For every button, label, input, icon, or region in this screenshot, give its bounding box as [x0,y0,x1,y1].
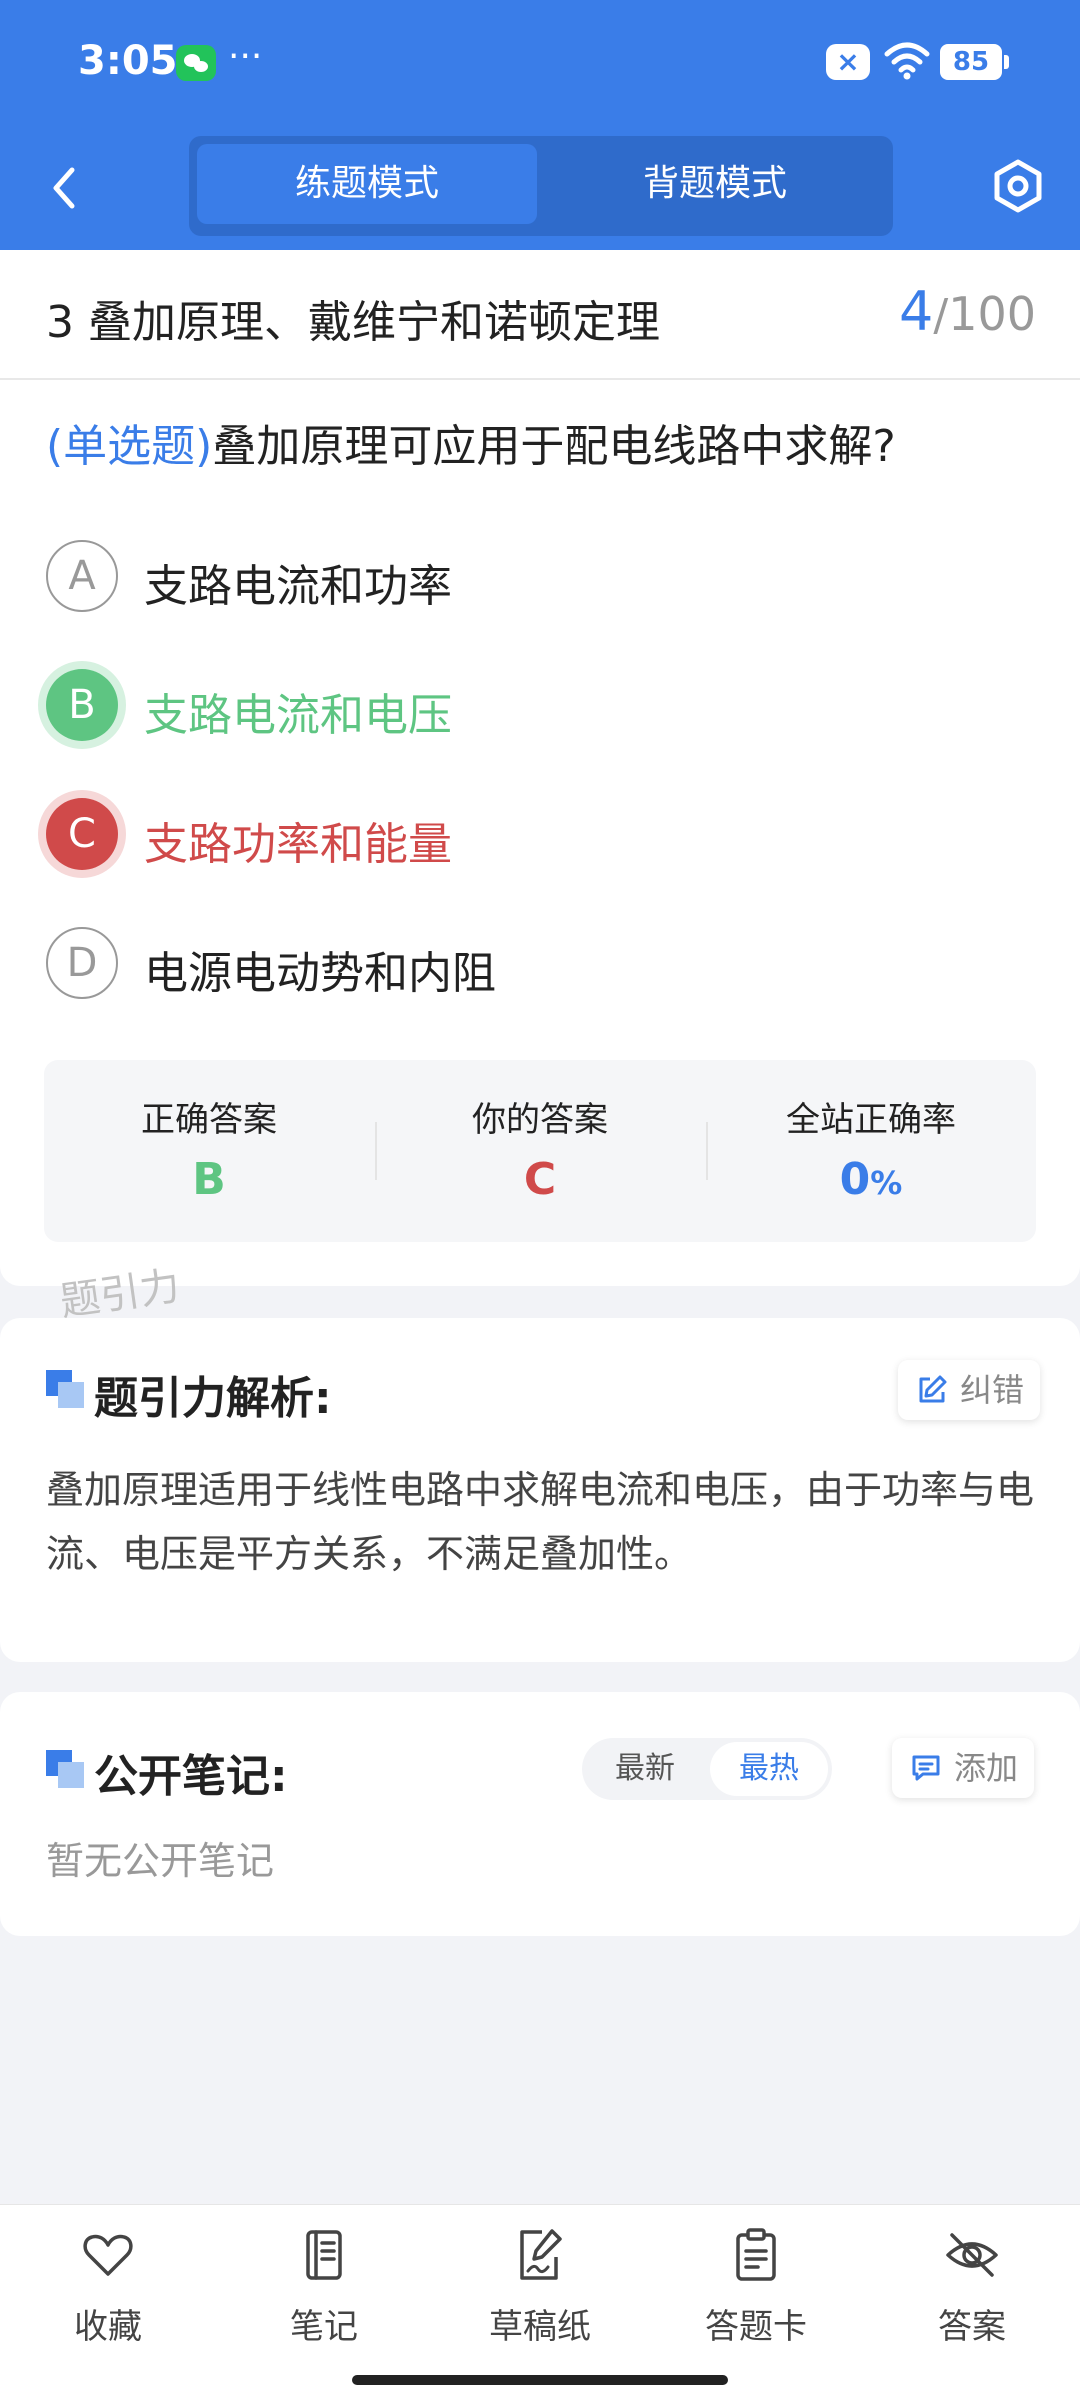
eye-off-icon [946,2233,998,2277]
analysis-card: 题引力解析: 纠错 叠加原理适用于线性电路中求解电流和电压，由于功率与电流、电压… [0,1318,1080,1662]
settings-icon[interactable] [990,158,1046,214]
tab-favorite[interactable]: 收藏 [18,2227,198,2357]
tab-draft[interactable]: 草稿纸 [450,2227,630,2357]
accuracy-col: 全站正确率 0% [706,1060,1036,1242]
option-text: 支路功率和能量 [144,819,452,870]
accuracy-value: 0% [706,1154,1036,1205]
chapter-bar: 3 叠加原理、戴维宁和诺顿定理 4/100 [0,250,1080,380]
section-squares-icon [46,1370,84,1408]
sort-hot[interactable]: 最热 [710,1742,828,1796]
option-letter: A [46,540,118,612]
option-text: 电源电动势和内阻 [144,948,496,999]
report-error-label: 纠错 [960,1371,1025,1409]
tab-notes[interactable]: 笔记 [234,2227,414,2357]
status-bar: 3:05 ··· × 85 [0,0,1080,126]
back-arrow-icon[interactable] [44,160,84,216]
progress-total: 100 [948,287,1036,341]
option-letter: C [46,798,118,870]
question-card: 3 叠加原理、戴维宁和诺顿定理 4/100 (单选题)叠加原理可应用于配电线路中… [0,250,1080,1286]
home-indicator[interactable] [352,2375,728,2385]
tab-memorize-mode[interactable]: 背题模式 [545,144,885,224]
nav-bar: 练题模式 背题模式 [0,126,1080,250]
accuracy-unit: % [870,1164,903,1202]
question-progress[interactable]: 4/100 [899,280,1036,343]
tab-answer-sheet-label: 答题卡 [705,2307,807,2347]
correct-answer-label: 正确答案 [141,1100,277,1140]
progress-current: 4 [899,280,934,343]
tab-answer-sheet[interactable]: 答题卡 [666,2227,846,2357]
wechat-icon [176,45,216,81]
tab-answer-label: 答案 [938,2307,1006,2347]
question-type: (单选题) [46,421,213,472]
draft-icon [520,2229,562,2280]
notes-card: 公开笔记: 最新 最热 添加 暂无公开笔记 [0,1692,1080,1936]
empty-notes-text: 暂无公开笔记 [46,1839,275,1883]
wifi-icon [884,42,930,80]
no-sim-icon: × [826,44,870,80]
bottom-tab-bar: 收藏 笔记 草稿纸 答题卡 答案 [0,2204,1080,2400]
status-time: 3:05 [78,38,178,84]
option-letter: B [46,669,118,741]
notebook-icon [306,2230,342,2280]
battery-icon: 85 [940,44,1009,80]
tab-draft-label: 草稿纸 [489,2307,591,2347]
comment-icon [912,1755,940,1781]
your-answer-label: 你的答案 [472,1100,608,1140]
analysis-title: 题引力解析: [94,1373,332,1424]
notes-sort-switch: 最新 最热 [582,1738,832,1800]
section-squares-icon [46,1750,84,1788]
option-letter: D [46,927,118,999]
accuracy-number: 0 [839,1154,871,1205]
correct-answer-value: B [192,1154,226,1205]
question-text: (单选题)叠加原理可应用于配电线路中求解? [46,410,896,474]
tab-favorite-label: 收藏 [74,2307,142,2347]
accuracy-label: 全站正确率 [786,1100,956,1140]
chapter-title: 3 叠加原理、戴维宁和诺顿定理 [46,297,660,348]
more-notifications-icon: ··· [228,36,263,77]
progress-separator: / [933,290,949,341]
mode-switch: 练题模式 背题模式 [189,136,893,236]
tab-answer[interactable]: 答案 [882,2227,1062,2357]
no-sim-glyph: × [836,45,860,78]
your-answer-value: C [523,1154,557,1205]
tab-notes-label: 笔记 [290,2307,358,2347]
add-note-button[interactable]: 添加 [892,1738,1035,1798]
correct-answer-col: 正确答案 B [44,1060,374,1242]
add-note-label: 添加 [954,1749,1019,1787]
report-error-button[interactable]: 纠错 [898,1360,1041,1420]
answer-summary: 正确答案 B 你的答案 C 全站正确率 0% [44,1060,1036,1242]
edit-icon [919,1375,947,1403]
option-text: 支路电流和功率 [144,561,452,612]
heart-icon [83,2234,133,2276]
your-answer-col: 你的答案 C [375,1060,705,1242]
analysis-text: 叠加原理适用于线性电路中求解电流和电压，由于功率与电流、电压是平方关系，不满足叠… [46,1468,1035,1576]
question-stem: 叠加原理可应用于配电线路中求解? [212,421,896,472]
answer-sheet-icon [736,2228,776,2281]
notes-title: 公开笔记: [94,1751,288,1802]
tab-practice-mode[interactable]: 练题模式 [197,144,537,224]
option-text: 支路电流和电压 [144,690,452,741]
sort-latest[interactable]: 最新 [586,1742,704,1796]
